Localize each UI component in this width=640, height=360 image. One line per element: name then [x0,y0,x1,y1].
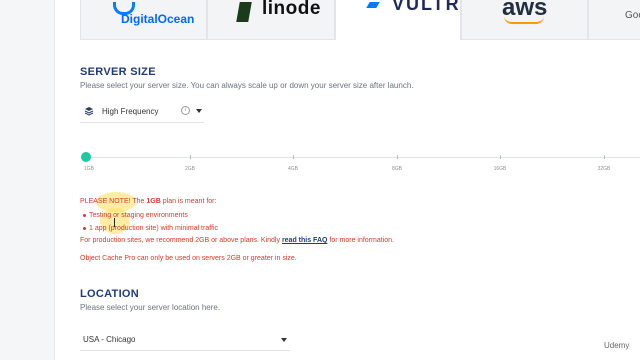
chevron-down-icon [281,338,287,342]
faq-link[interactable]: read this FAQ [282,237,328,244]
location-value: USA - Chicago [83,335,136,344]
slider-tick [604,155,605,159]
tab-linode[interactable]: linode [207,0,335,40]
tick-label: 4GB [287,166,299,172]
tab-vultr[interactable]: VULTR [335,0,461,40]
tick-label: 16GB [493,166,507,172]
size-slider-track[interactable] [86,157,640,158]
linode-logo-icon [236,2,252,22]
tab-label: Google [625,10,640,21]
tab-label: VULTR [392,0,461,14]
notice-line-5: Object Cache Pro can only be used on ser… [80,255,297,262]
tab-aws[interactable]: aws [461,0,588,40]
server-type-dropdown[interactable]: High Frequency i [80,100,204,123]
aws-smile-icon [504,16,544,24]
server-size-title: SERVER SIZE [80,66,156,78]
server-size-subtitle: Please select your server size. You can … [80,81,414,90]
notice-line-4: For production sites, we recommend 2GB o… [80,237,394,244]
tick-label: 32GB [597,166,611,172]
server-stack-icon [84,107,94,116]
notice-line-1: PLEASE NOTE! The 1GB plan is meant for: [80,198,217,205]
tab-label: linode [262,0,321,19]
tab-google[interactable]: Google [588,0,640,40]
notice-bullet-2: 1 app (production site) with minimal tra… [89,225,219,232]
tab-digitalocean[interactable]: DigitalOcean [80,0,207,40]
provider-tabs: DigitalOcean linode VULTR aws Google [80,0,640,40]
slider-tick [293,155,294,159]
size-slider-handle[interactable] [81,152,91,162]
bullet-icon [83,214,86,217]
vultr-logo-icon [366,2,380,8]
tick-label: 8GB [391,166,403,172]
tick-label: 1GB [83,166,95,172]
chevron-down-icon [196,109,202,113]
notice-bullet-1: Testing or staging environments [89,212,188,219]
location-subtitle: Please select your server location here. [80,303,221,312]
bullet-icon [83,227,86,230]
location-title: LOCATION [80,288,140,300]
slider-tick [500,155,501,159]
location-dropdown[interactable]: USA - Chicago [80,330,290,351]
tick-label: 2GB [184,166,196,172]
info-icon[interactable]: i [181,106,190,115]
slider-tick [397,155,398,159]
watermark: Udemy [602,340,632,351]
slider-tick [190,155,191,159]
text-cursor-icon [114,218,117,227]
server-type-value: High Frequency [102,107,159,116]
tab-label: DigitalOcean [121,12,195,26]
